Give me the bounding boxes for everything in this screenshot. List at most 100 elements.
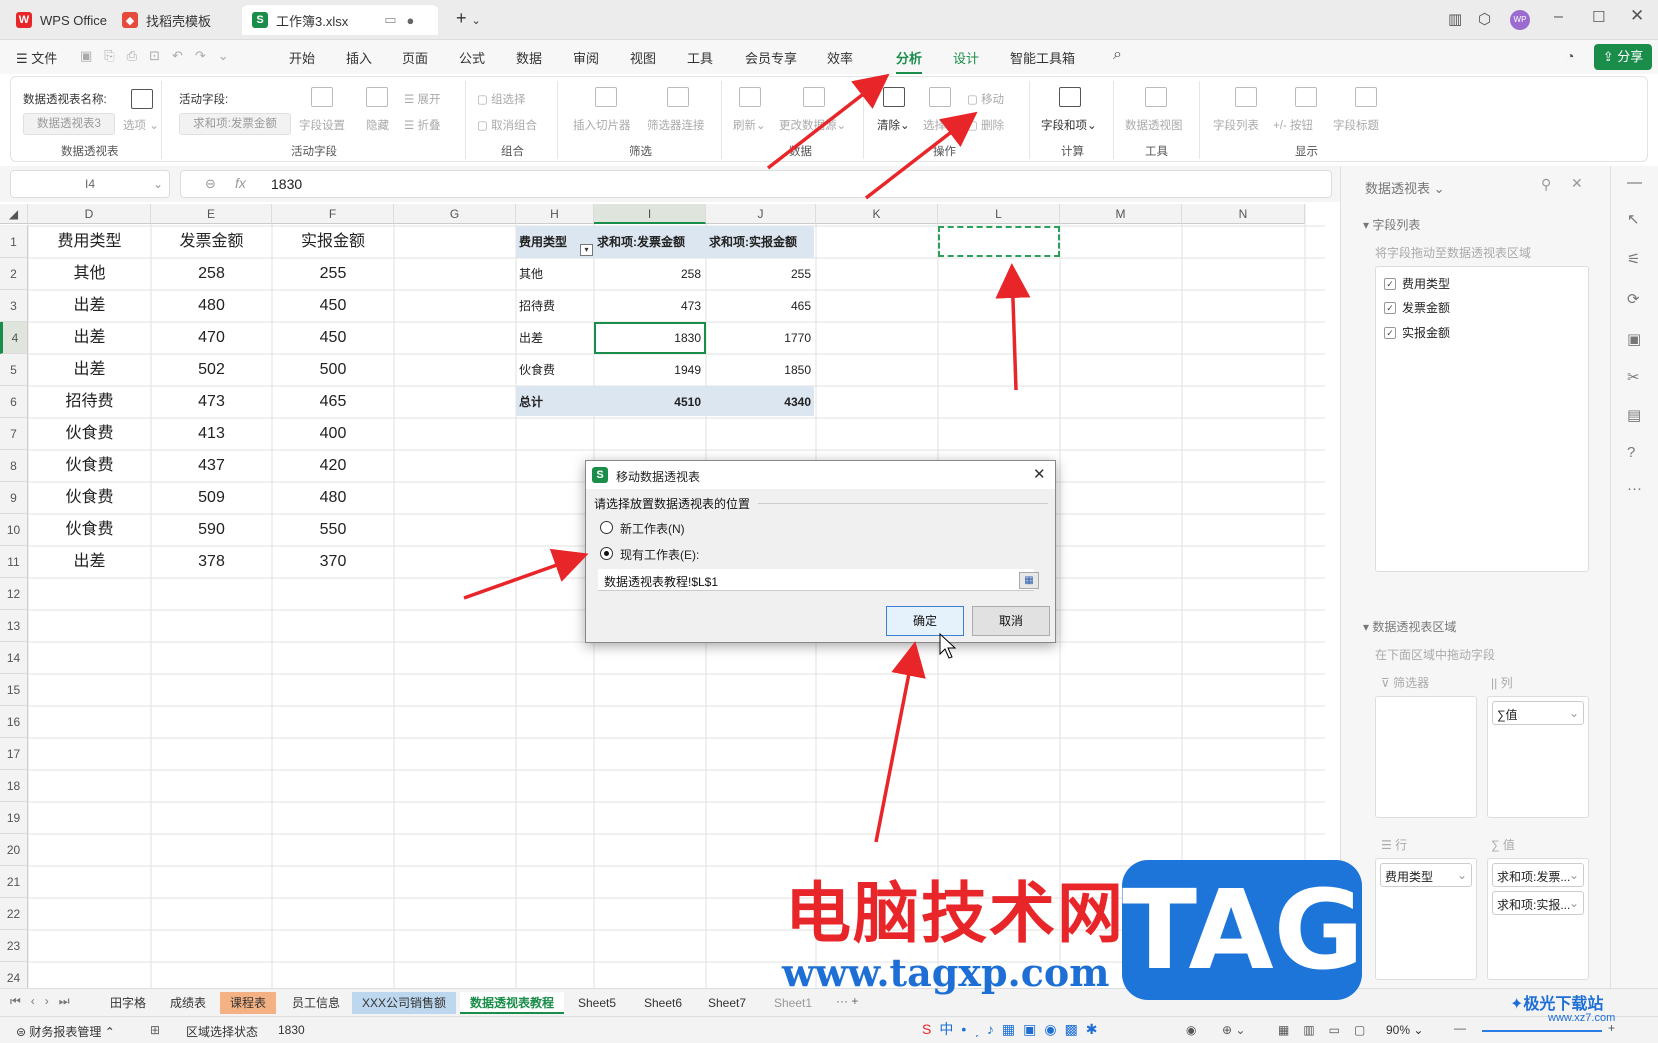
pivot-total-cell[interactable]: 4510 (597, 386, 701, 418)
row-header-19[interactable]: 19 (0, 802, 28, 834)
range-input[interactable]: 数据透视表教程!$L$1 (598, 569, 1034, 591)
column-header-i[interactable]: I (594, 204, 706, 224)
table-cell[interactable]: 500 (272, 354, 394, 386)
table-cell[interactable]: 伙食费 (28, 450, 151, 482)
radio-new-sheet[interactable] (600, 521, 613, 534)
zoom-out-icon[interactable]: — (1454, 1021, 1466, 1035)
pin-icon[interactable]: ⚲ (1541, 176, 1551, 193)
refresh-button[interactable]: 刷新⌄ (733, 117, 766, 133)
sheet-tab-course[interactable]: 课程表 (220, 992, 277, 1014)
table-cell[interactable]: 其他 (28, 258, 151, 290)
dialog-close-icon[interactable]: ✕ (1033, 465, 1046, 483)
insert-slicer-button[interactable]: 插入切片器 (573, 117, 631, 133)
sheet-tab-grid[interactable]: 田字格 (100, 992, 156, 1014)
table-cell[interactable]: 450 (272, 290, 394, 322)
column-header-f[interactable]: F (272, 204, 394, 224)
zoom-slider[interactable] (1482, 1030, 1602, 1032)
cancel-button[interactable]: 取消 (972, 606, 1050, 636)
target-icon[interactable]: ⊕ ⌄ (1222, 1023, 1245, 1037)
radio-existing-sheet-label[interactable]: 现有工作表(E): (620, 546, 699, 563)
table-header-cell[interactable]: 实报金额 (272, 226, 394, 258)
tab-wps-office[interactable]: W WPS Office (6, 5, 117, 35)
close-icon[interactable]: ✕ (1630, 6, 1644, 26)
move-button[interactable]: ▢ 移动 (967, 91, 1004, 107)
table-cell[interactable]: 550 (272, 514, 394, 546)
ok-button[interactable]: 确定 (886, 606, 964, 636)
fields-items-button[interactable]: 字段和项⌄ (1041, 117, 1097, 133)
sheet-tab-sheet1[interactable]: Sheet1 (764, 992, 822, 1014)
pivot-cell[interactable]: 255 (709, 258, 811, 290)
field-list-button[interactable]: 字段列表 (1213, 117, 1259, 133)
column-header-l[interactable]: L (938, 204, 1060, 224)
column-header-h[interactable]: H (516, 204, 594, 224)
hide-button[interactable]: 隐藏 (366, 117, 389, 133)
field-item-type[interactable]: ✓ 费用类型 (1384, 275, 1450, 292)
collapse-icon[interactable]: — (1627, 174, 1642, 191)
cube-icon[interactable]: ⬡ (1478, 10, 1491, 28)
menu-item-review[interactable]: 审阅 (573, 48, 599, 67)
table-cell[interactable]: 509 (151, 482, 272, 514)
view-mode-icons[interactable]: ▦▥▭▢ (1278, 1023, 1379, 1037)
table-cell[interactable]: 出差 (28, 546, 151, 578)
value-item-reported[interactable]: 求和项:实报... ⌄ (1492, 891, 1584, 915)
select-all-corner[interactable]: ◢ (0, 204, 28, 224)
sheet-tab-sheet5[interactable]: Sheet5 (568, 992, 626, 1014)
pivot-cell[interactable]: 出差 (519, 322, 589, 354)
row-header-9[interactable]: 9 (0, 482, 28, 514)
collapse-button[interactable]: ☰ 折叠 (404, 117, 441, 133)
filters-zone[interactable] (1375, 696, 1477, 818)
more-icon[interactable]: ··· (1627, 480, 1642, 497)
zoom-icon[interactable]: ⊖ (205, 176, 216, 192)
table-cell[interactable]: 437 (151, 450, 272, 482)
pivot-cell[interactable]: 其他 (519, 258, 589, 290)
options-button[interactable]: 选项 ⌄ (123, 117, 159, 133)
pivot-cell[interactable]: 1770 (709, 322, 811, 354)
tools-icon[interactable]: ✂ (1627, 368, 1640, 386)
zoom-level[interactable]: 90% ⌄ (1386, 1023, 1423, 1037)
sheet-tab-pivot-tutorial[interactable]: 数据透视表教程 (460, 992, 565, 1014)
chat-icon[interactable]: ◔ (1566, 48, 1574, 64)
row-header-22[interactable]: 22 (0, 898, 28, 930)
row-header-1[interactable]: 1 (0, 226, 28, 258)
pivot-cell[interactable]: 招待费 (519, 290, 589, 322)
maximize-icon[interactable]: ☐ (1592, 8, 1605, 26)
rows-zone[interactable]: 费用类型 ⌄ (1375, 858, 1477, 980)
panel-close-icon[interactable]: ✕ (1571, 175, 1583, 192)
monitor-icon[interactable]: ▭ (384, 12, 396, 28)
menu-item-design[interactable]: 设计 (953, 48, 979, 67)
table-cell[interactable]: 370 (272, 546, 394, 578)
menu-item-tools[interactable]: 工具 (687, 48, 713, 67)
menu-item-insert[interactable]: 插入 (346, 48, 372, 67)
minimize-icon[interactable]: – (1554, 8, 1563, 26)
radio-new-sheet-label[interactable]: 新工作表(N) (620, 520, 685, 537)
more-sheets-icon[interactable]: ··· + (836, 994, 858, 1008)
table-cell[interactable]: 伙食费 (28, 482, 151, 514)
row-header-6[interactable]: 6 (0, 386, 28, 418)
filter-dropdown-icon[interactable]: ▾ (580, 244, 593, 256)
selected-cell-i4[interactable] (594, 322, 706, 354)
group-select-button[interactable]: ▢ 组选择 (477, 91, 526, 107)
table-cell[interactable]: 伙食费 (28, 514, 151, 546)
image-icon[interactable]: ▣ (1627, 330, 1641, 348)
row-header-3[interactable]: 3 (0, 290, 28, 322)
row-item-type[interactable]: 费用类型 ⌄ (1380, 863, 1472, 887)
row-header-24[interactable]: 24 (0, 962, 28, 988)
pivot-cell[interactable]: 1949 (597, 354, 701, 386)
eye-icon[interactable]: ◉ (1186, 1023, 1196, 1037)
row-header-14[interactable]: 14 (0, 642, 28, 674)
avatar[interactable]: WP (1510, 10, 1530, 30)
table-cell[interactable]: 420 (272, 450, 394, 482)
menu-item-page[interactable]: 页面 (402, 48, 428, 67)
name-box[interactable]: I4 ⌄ (10, 170, 170, 198)
row-header-17[interactable]: 17 (0, 738, 28, 770)
fx-icon[interactable]: fx (235, 175, 246, 191)
pivot-name-input[interactable]: 数据透视表3 (23, 113, 115, 135)
change-source-button[interactable]: 更改数据源⌄ (779, 117, 846, 133)
row-header-23[interactable]: 23 (0, 930, 28, 962)
field-item-invoice[interactable]: ✓ 发票金额 (1384, 299, 1450, 316)
checkbox-icon[interactable]: ✓ (1384, 326, 1396, 339)
dot-icon[interactable]: ● (407, 13, 415, 28)
select-button[interactable]: 选择 (923, 117, 946, 133)
table-cell[interactable]: 473 (151, 386, 272, 418)
pivot-header-cell[interactable]: 求和项:实报金额 (709, 226, 811, 258)
